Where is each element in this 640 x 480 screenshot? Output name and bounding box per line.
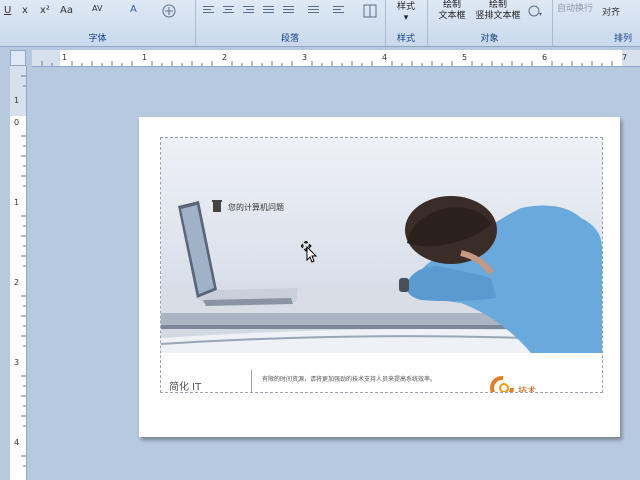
align-right-icon[interactable] — [243, 6, 254, 15]
draw-vertical-textbox-button[interactable]: 绘制 竖排文本框 — [472, 0, 524, 22]
paragraph-group-label: 段落 — [280, 34, 299, 44]
bullets-icon[interactable] — [333, 6, 344, 15]
object-group: 绘制 文本框 绘制 竖排文本框 对象 — [427, 0, 553, 46]
card-brand: 简化 IT — [169, 382, 202, 393]
ruler-corner[interactable] — [10, 50, 26, 66]
trash-icon — [212, 200, 222, 212]
distribute-icon[interactable] — [283, 6, 294, 15]
shape-effects-icon[interactable] — [527, 4, 543, 18]
columns-icon[interactable] — [363, 4, 377, 18]
clear-format-button[interactable]: Aa — [60, 5, 73, 16]
card-frame[interactable]: 您的计算机问题 简化 IT 有限的时间资源，请将更加强劲的技术支持人员来提高系统… — [160, 137, 603, 393]
superscript-button[interactable]: x² — [40, 5, 50, 16]
company-logo-icon — [490, 376, 514, 392]
wrap-text-button[interactable]: 自动换行 — [557, 1, 593, 14]
card-photo: 您的计算机问题 — [161, 138, 602, 353]
font-color-button[interactable]: A — [130, 4, 137, 15]
draw-textbox-button[interactable]: 绘制 文本框 — [430, 0, 474, 22]
line-spacing-icon[interactable] — [308, 6, 319, 15]
horizontal-ruler[interactable]: 1 1 2 3 4 5 6 7 — [32, 50, 640, 67]
footer-divider — [251, 370, 252, 392]
move-cursor-icon — [301, 241, 317, 263]
align-left-icon[interactable] — [203, 6, 214, 15]
office-scene-image — [161, 196, 602, 353]
grow-font-icon[interactable] — [162, 4, 176, 18]
vertical-ruler[interactable]: 1 0 1 2 3 4 — [10, 66, 27, 480]
style-button[interactable]: 样式 ▾ — [389, 2, 423, 24]
arrange-group: 自动换行 对齐 排列 — [552, 0, 640, 46]
strikethrough-button[interactable]: x — [22, 5, 28, 16]
font-group-label: 字体 — [88, 34, 107, 44]
object-group-label: 对象 — [480, 34, 499, 44]
char-spacing-button[interactable]: AV — [92, 4, 102, 13]
ribbon-toolbar: U x x² Aa AV A 字体 段落 样式 ▾ 样式 绘制 文本框 绘制 竖排文本… — [0, 0, 640, 47]
document-page[interactable]: 您的计算机问题 简化 IT 有限的时间资源，请将更加强劲的技术支持人员来提高系统… — [139, 117, 620, 437]
style-group-label: 样式 — [396, 34, 415, 44]
logo-text: 技术 — [518, 387, 537, 393]
justify-icon[interactable] — [263, 6, 274, 15]
ruler-ticks — [41, 61, 613, 66]
style-group: 样式 ▾ 样式 — [385, 0, 428, 46]
align-button[interactable]: 对齐 — [602, 5, 620, 18]
align-center-icon[interactable] — [223, 6, 234, 15]
underline-button[interactable]: U — [4, 5, 11, 16]
arrange-group-label: 排列 — [613, 34, 632, 44]
card-description: 有限的时间资源，请将更加强劲的技术支持人员来提高系统效率。 — [262, 376, 437, 383]
paragraph-group: 段落 — [195, 0, 386, 46]
ruler-ticks — [21, 75, 26, 467]
font-group: U x x² Aa AV A 字体 — [0, 0, 196, 46]
card-tagline: 您的计算机问题 — [228, 203, 284, 212]
